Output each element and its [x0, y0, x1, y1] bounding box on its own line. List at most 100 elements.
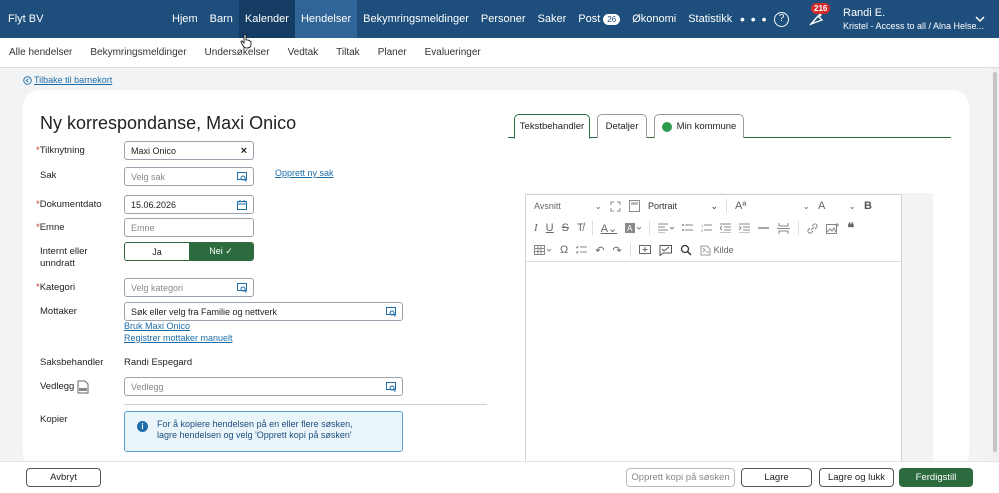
paragraph-format-select[interactable]: Avsnitt ⌄ [534, 201, 602, 212]
font-size-select[interactable]: A ⌄ [818, 200, 856, 212]
emne-input[interactable]: Emne [124, 218, 254, 237]
search-list-icon [386, 306, 396, 317]
internt-label-line1: Internt eller [40, 246, 88, 257]
source-label: Kilde [713, 245, 734, 255]
strikethrough-icon[interactable]: S [562, 222, 569, 234]
kategori-label-text: Kategori [39, 282, 76, 293]
align-icon[interactable] [658, 223, 675, 233]
toggle-ja[interactable]: Ja [125, 243, 189, 260]
vedlegg-input[interactable]: Vedlegg [124, 377, 403, 396]
finalize-button[interactable]: Ferdigstill [899, 468, 973, 487]
font-color-icon[interactable]: A⌄ [601, 222, 618, 235]
tab-min-kommune[interactable]: Min kommune [654, 114, 744, 138]
use-maxi-onico-link[interactable]: Bruk Maxi Onico [124, 321, 190, 331]
editor-tabs: Tekstbehandler Detaljer Min kommune [508, 114, 951, 139]
calendar-icon[interactable] [237, 199, 247, 210]
highlight-color-icon[interactable]: A [625, 222, 642, 234]
page-layout-icon[interactable] [629, 200, 640, 212]
nav-saker[interactable]: Saker [532, 0, 573, 38]
comment-icon[interactable] [638, 244, 651, 256]
special-character-icon[interactable]: Ω [560, 244, 568, 256]
fullscreen-icon[interactable] [610, 201, 621, 212]
mottaker-search-input[interactable]: Søk eller velg fra Familie og nettverk [124, 302, 403, 321]
text-editor[interactable]: Avsnitt ⌄ Portrait ⌄ Aª ⌄ A ⌄ B I U S T̸ A⌄ … [525, 194, 902, 464]
section-divider [124, 404, 487, 405]
outdent-icon[interactable] [720, 223, 732, 233]
cancel-button[interactable]: Avbryt [26, 468, 101, 487]
track-changes-icon[interactable] [659, 244, 672, 256]
subnav-vedtak[interactable]: Vedtak [288, 47, 319, 58]
editor-toolbar-row-3: Ω ↶ ↷ Kilde [526, 239, 901, 261]
tab-detaljer[interactable]: Detaljer [597, 114, 647, 138]
clear-format-icon[interactable]: T̸ [577, 222, 584, 234]
clear-icon[interactable]: × [241, 145, 247, 157]
indent-icon[interactable] [739, 223, 751, 233]
help-icon[interactable]: ? [774, 12, 789, 27]
tilknytning-field[interactable]: Maxi Onico × [124, 141, 254, 160]
subnav-bekymringsmeldinger[interactable]: Bekymringsmeldinger [90, 47, 186, 58]
nav-statistikk[interactable]: Statistikk [682, 0, 738, 38]
chevron-down-icon: ⌄ [848, 200, 856, 211]
font-family-icon: Aª [735, 200, 747, 212]
table-icon[interactable] [534, 245, 552, 255]
page-scrollbar[interactable] [991, 68, 999, 461]
bullet-list-icon[interactable] [682, 223, 694, 233]
source-icon [700, 245, 711, 255]
nav-okonomi[interactable]: Økonomi [626, 0, 682, 38]
numbered-list-icon[interactable]: 12 [701, 223, 713, 233]
nav-kalender[interactable]: Kalender [238, 0, 295, 38]
subnav-alle-hendelser[interactable]: Alle hendelser [9, 47, 72, 58]
kategori-select[interactable]: Velg kategori [124, 278, 254, 297]
nav-personer[interactable]: Personer [475, 0, 532, 38]
kategori-placeholder: Velg kategori [131, 282, 184, 293]
save-and-close-button[interactable]: Lagre og lukk [819, 468, 894, 487]
nav-barn[interactable]: Barn [204, 0, 239, 38]
pdf-file-icon [77, 380, 89, 394]
bold-icon[interactable]: B [864, 200, 872, 212]
checklist-icon[interactable] [576, 245, 588, 255]
internt-label-line2: unndratt [40, 258, 75, 269]
orientation-select[interactable]: Portrait ⌄ [648, 201, 718, 212]
quote-icon[interactable]: ❝ [847, 220, 854, 236]
tab-tekstbehandler[interactable]: Tekstbehandler [514, 114, 590, 139]
save-button[interactable]: Lagre [741, 468, 812, 487]
link-icon[interactable] [807, 222, 818, 234]
copy-to-siblings-button[interactable]: Opprett kopi på søsken [626, 468, 735, 487]
more-menu-button[interactable]: • • • [740, 11, 767, 27]
subnav-undersokelser[interactable]: Undersøkelser [205, 47, 270, 58]
nav-hendelser[interactable]: Hendelser [294, 0, 358, 38]
redo-icon[interactable]: ↷ [612, 244, 621, 257]
horizontal-line-icon[interactable] [758, 223, 770, 233]
dokumentdato-field[interactable]: 15.06.2026 [124, 195, 254, 214]
register-recipient-manually-link[interactable]: Registrer mottaker manuelt [124, 333, 233, 343]
font-family-select[interactable]: Aª ⌄ [735, 200, 810, 212]
subnav-evalueringer[interactable]: Evalueringer [425, 47, 481, 58]
nav-bekymringsmeldinger[interactable]: Bekymringsmeldinger [357, 0, 475, 38]
insert-image-icon[interactable] [826, 222, 840, 234]
sak-select[interactable]: Velg sak [124, 167, 254, 186]
toolbar-separator [798, 221, 800, 235]
find-replace-icon[interactable] [680, 244, 692, 256]
nav-post[interactable]: Post 26 [572, 0, 626, 38]
search-list-icon [386, 381, 396, 392]
user-name[interactable]: Randi E. [843, 7, 885, 19]
subnav-tiltak[interactable]: Tiltak [336, 47, 360, 58]
underline-icon[interactable]: U [546, 222, 554, 234]
italic-icon[interactable]: I [534, 222, 538, 234]
undo-icon[interactable]: ↶ [595, 244, 604, 257]
scrollbar-thumb[interactable] [993, 72, 997, 452]
toggle-nei[interactable]: Nei ✓ [189, 243, 253, 260]
user-role[interactable]: Kristel - Access to all / Alna Helse... [843, 21, 984, 31]
chevron-down-icon[interactable] [975, 14, 985, 24]
search-list-icon [237, 282, 247, 293]
page-break-icon[interactable] [777, 222, 791, 234]
internt-toggle[interactable]: Ja Nei ✓ [124, 242, 254, 261]
create-new-case-link[interactable]: Opprett ny sak [275, 168, 334, 178]
source-button[interactable]: Kilde [700, 245, 734, 256]
app-brand[interactable]: Flyt BV [8, 13, 43, 25]
subnav-planer[interactable]: Planer [378, 47, 407, 58]
back-to-child-card-link[interactable]: Tilbake til barnekort [23, 75, 112, 85]
nav-hjem[interactable]: Hjem [166, 0, 204, 38]
chevron-down-icon: ⌄ [802, 200, 810, 211]
toolbar-separator [629, 243, 631, 257]
